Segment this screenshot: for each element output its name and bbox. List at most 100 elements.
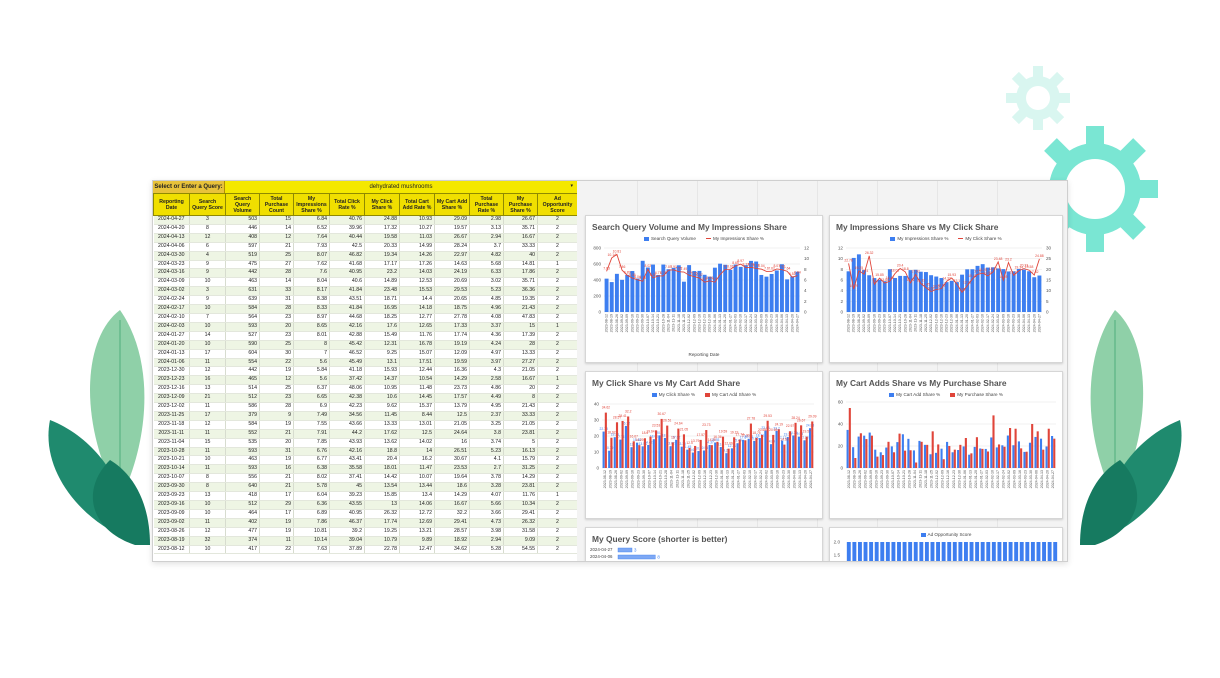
table-cell[interactable]: 13.33 xyxy=(364,420,400,430)
table-cell[interactable]: 14.06 xyxy=(399,500,435,510)
table-cell[interactable]: 34.56 xyxy=(329,411,365,421)
table-cell[interactable]: 46.52 xyxy=(329,349,365,359)
table-cell[interactable]: 2 xyxy=(537,455,578,466)
table-cell[interactable]: 2 xyxy=(537,277,578,288)
table-cell[interactable]: 7.85 xyxy=(293,438,330,448)
table-cell[interactable]: 9.09 xyxy=(503,536,538,546)
column-header[interactable]: Total Purchase Rate % xyxy=(469,193,504,216)
table-cell[interactable]: 4.73 xyxy=(469,518,504,528)
table-cell[interactable]: 2 xyxy=(537,402,578,412)
table-cell[interactable]: 8.33 xyxy=(293,304,330,314)
table-cell[interactable]: 17.74 xyxy=(364,518,400,528)
table-cell[interactable]: 42.16 xyxy=(329,322,365,332)
table-cell[interactable]: 22 xyxy=(259,545,294,555)
table-cell[interactable]: 43.93 xyxy=(329,438,365,448)
table-cell[interactable]: 584 xyxy=(225,420,260,430)
table-cell[interactable]: 2023-09-09 xyxy=(153,509,190,519)
table-cell[interactable]: 22.78 xyxy=(364,545,400,555)
table-cell[interactable]: 16 xyxy=(259,464,294,475)
table-cell[interactable]: 2 xyxy=(537,429,578,439)
table-cell[interactable]: 29 xyxy=(259,500,294,510)
table-cell[interactable]: 2024-02-10 xyxy=(153,313,190,323)
table-cell[interactable]: 17.74 xyxy=(434,331,470,341)
table-cell[interactable]: 6 xyxy=(189,242,226,252)
table-cell[interactable]: 5 xyxy=(503,438,538,448)
table-cell[interactable]: 46.37 xyxy=(329,518,365,528)
table-cell[interactable]: 20 xyxy=(259,322,294,332)
table-cell[interactable]: 15.53 xyxy=(399,286,435,297)
table-cell[interactable]: 7.64 xyxy=(293,233,330,243)
table-cell[interactable]: 12 xyxy=(259,375,294,386)
table-cell[interactable]: 2 xyxy=(537,366,578,377)
table-cell[interactable]: 2023-10-21 xyxy=(153,455,190,466)
table-cell[interactable]: 27.27 xyxy=(503,358,538,368)
table-cell[interactable]: 2024-01-20 xyxy=(153,340,190,350)
table-cell[interactable]: 34.62 xyxy=(434,545,470,555)
table-cell[interactable]: 2 xyxy=(537,411,578,421)
table-cell[interactable]: 12.47 xyxy=(399,545,435,555)
table-cell[interactable]: 11.45 xyxy=(364,411,400,421)
table-cell[interactable]: 45 xyxy=(329,482,365,493)
table-cell[interactable]: 40.95 xyxy=(329,509,365,519)
table-cell[interactable]: 2 xyxy=(537,393,578,404)
table-cell[interactable]: 14.4 xyxy=(399,295,435,306)
table-cell[interactable]: 465 xyxy=(225,375,260,386)
table-cell[interactable]: 3 xyxy=(189,286,226,297)
table-cell[interactable]: 5.84 xyxy=(293,366,330,377)
table-cell[interactable]: 17.86 xyxy=(503,268,538,279)
table-cell[interactable]: 2023-10-07 xyxy=(153,473,190,484)
table-cell[interactable]: 6.38 xyxy=(293,464,330,475)
table-cell[interactable]: 9 xyxy=(189,295,226,306)
table-cell[interactable]: 2 xyxy=(537,340,578,350)
table-cell[interactable]: 54.55 xyxy=(503,545,538,555)
table-cell[interactable]: 379 xyxy=(225,411,260,421)
table-cell[interactable]: 593 xyxy=(225,464,260,475)
table-cell[interactable]: 10.34 xyxy=(503,500,538,510)
table-cell[interactable]: 8 xyxy=(189,473,226,484)
table-cell[interactable]: 2024-02-03 xyxy=(153,322,190,332)
table-cell[interactable]: 10.93 xyxy=(399,215,435,225)
table-cell[interactable]: 5.6 xyxy=(293,375,330,386)
table-cell[interactable]: 3.25 xyxy=(469,420,504,430)
table-cell[interactable]: 31 xyxy=(259,295,294,306)
table-cell[interactable]: 3.74 xyxy=(469,438,504,448)
table-cell[interactable]: 40 xyxy=(503,251,538,261)
table-cell[interactable]: 8 xyxy=(293,340,330,350)
table-cell[interactable]: 527 xyxy=(225,331,260,341)
table-cell[interactable]: 21.43 xyxy=(503,402,538,412)
table-cell[interactable]: 9 xyxy=(189,260,226,270)
table-cell[interactable]: 17.33 xyxy=(434,322,470,332)
table-cell[interactable]: 6.37 xyxy=(293,384,330,395)
table-cell[interactable]: 2.98 xyxy=(469,215,504,225)
table-cell[interactable]: 26.32 xyxy=(364,509,400,519)
table-cell[interactable]: 5.23 xyxy=(469,447,504,457)
table-cell[interactable]: 3.8 xyxy=(469,429,504,439)
table-cell[interactable]: 10.14 xyxy=(293,536,330,546)
table-cell[interactable]: 2 xyxy=(537,438,578,448)
table-cell[interactable]: 18.01 xyxy=(364,464,400,475)
table-cell[interactable]: 2 xyxy=(537,358,578,368)
table-cell[interactable]: 2 xyxy=(537,295,578,306)
table-cell[interactable]: 14.29 xyxy=(434,491,470,501)
table-cell[interactable]: 9 xyxy=(189,268,226,279)
table-cell[interactable]: 418 xyxy=(225,491,260,501)
chart-impressions-click[interactable]: My Impressions Share vs My Click Share M… xyxy=(829,215,1063,363)
table-cell[interactable]: 14.45 xyxy=(399,393,435,404)
column-header[interactable]: Total Cart Add Rate % xyxy=(399,193,435,216)
table-cell[interactable]: 16.67 xyxy=(503,375,538,386)
table-cell[interactable]: 13 xyxy=(189,491,226,501)
table-cell[interactable]: 28.24 xyxy=(434,242,470,252)
table-cell[interactable]: 43.66 xyxy=(329,420,365,430)
table-cell[interactable]: 21.43 xyxy=(503,304,538,314)
table-cell[interactable]: 13 xyxy=(364,500,400,510)
table-cell[interactable]: 25 xyxy=(259,340,294,350)
table-cell[interactable]: 14.63 xyxy=(434,260,470,270)
table-cell[interactable]: 475 xyxy=(225,260,260,270)
table-cell[interactable]: 4.36 xyxy=(469,331,504,341)
table-cell[interactable]: 25 xyxy=(259,251,294,261)
table-cell[interactable]: 28 xyxy=(503,340,538,350)
table-cell[interactable]: 22 xyxy=(259,358,294,368)
chart-cartadd-purchase[interactable]: My Cart Adds Share vs My Purchase Share … xyxy=(829,371,1063,519)
table-cell[interactable]: 2 xyxy=(537,447,578,457)
table-cell[interactable]: 4.95 xyxy=(469,402,504,412)
